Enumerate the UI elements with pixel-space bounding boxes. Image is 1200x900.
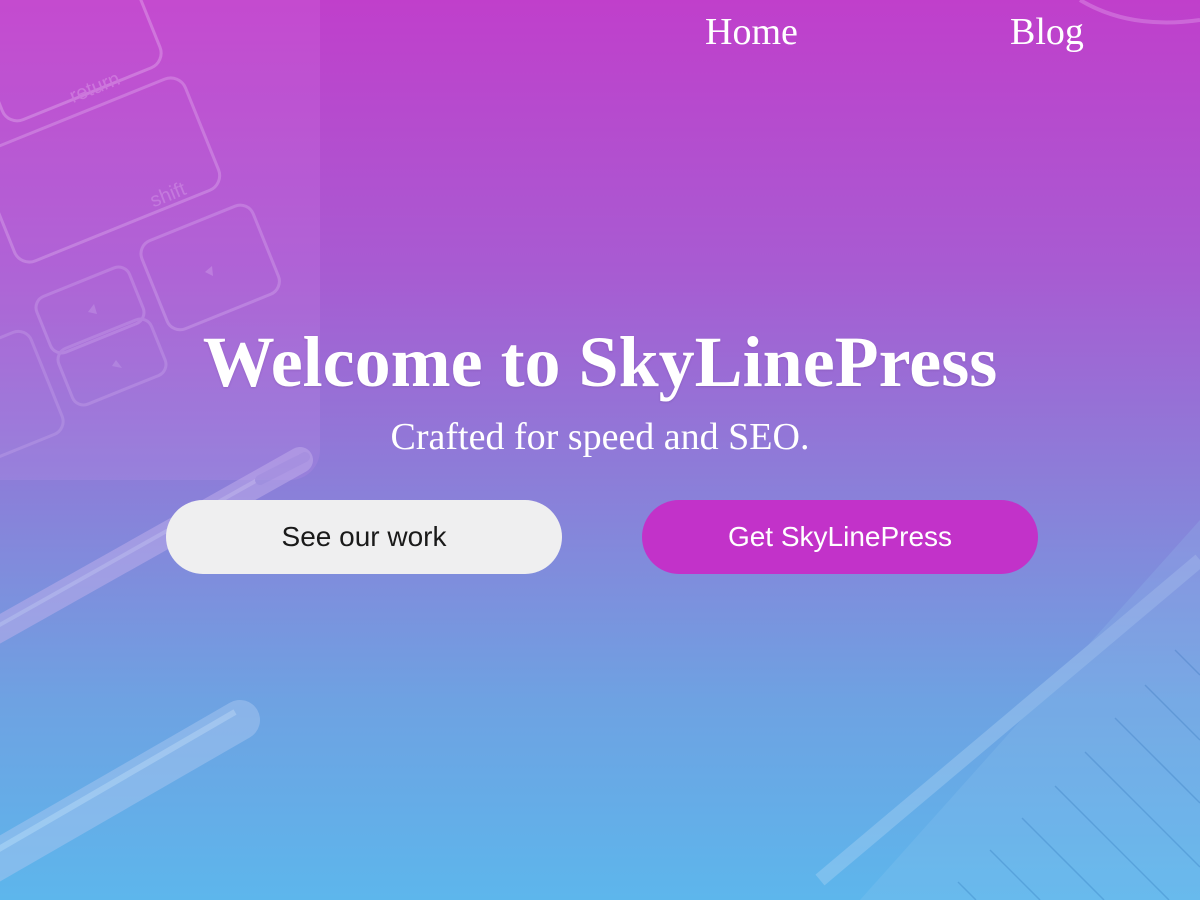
- nav-link-home[interactable]: Home: [705, 10, 798, 54]
- get-skylinepress-button[interactable]: Get SkyLinePress: [642, 500, 1038, 574]
- pen-cap-illustration: [0, 700, 260, 882]
- keyboard-illustration: return shift: [0, 0, 320, 480]
- hero-title: Welcome to SkyLinePress: [202, 322, 998, 402]
- top-navigation: Home Blog: [0, 10, 1200, 60]
- hero-tagline: Crafted for speed and SEO.: [390, 416, 810, 458]
- see-our-work-button[interactable]: See our work: [166, 500, 562, 574]
- hero-section: return shift Home Blog Welcome to SkyLin…: [0, 0, 1200, 900]
- notebook-illustration: [815, 520, 1200, 900]
- nav-link-blog[interactable]: Blog: [1010, 10, 1084, 54]
